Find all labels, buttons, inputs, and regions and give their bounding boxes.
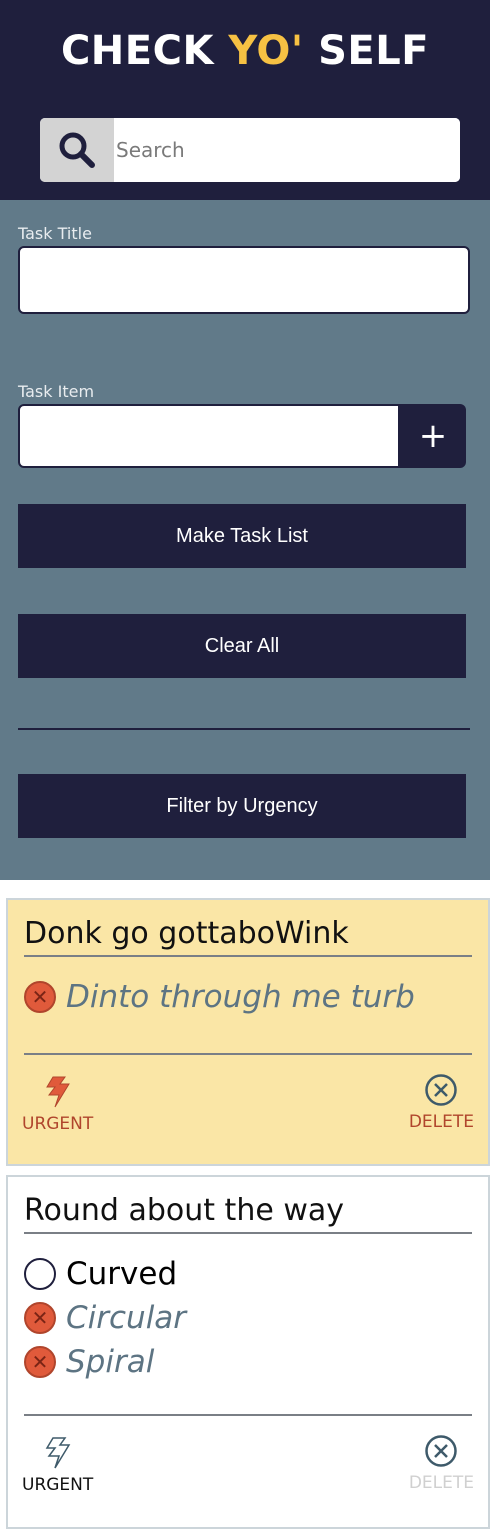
task-item[interactable]: ✕ Spiral bbox=[24, 1340, 472, 1384]
urgent-button[interactable]: URGENT bbox=[22, 1436, 93, 1495]
task-item-text: Spiral bbox=[66, 1344, 155, 1380]
task-item[interactable]: ✕ Dinto through me turb bbox=[24, 975, 472, 1019]
search-bar bbox=[40, 118, 460, 182]
checked-icon[interactable]: ✕ bbox=[24, 981, 56, 1013]
lightning-icon bbox=[45, 1076, 70, 1108]
make-task-list-button[interactable]: Make Task List bbox=[18, 504, 466, 568]
urgent-label: URGENT bbox=[22, 1475, 94, 1495]
search-icon[interactable] bbox=[40, 118, 114, 182]
task-item[interactable]: Curved bbox=[24, 1252, 472, 1296]
task-item-text: Dinto through me turb bbox=[66, 979, 415, 1015]
clear-all-button[interactable]: Clear All bbox=[18, 614, 466, 678]
add-item-button[interactable]: + bbox=[400, 404, 466, 468]
delete-label: DELETE bbox=[408, 1473, 474, 1493]
urgent-button[interactable]: URGENT bbox=[22, 1075, 93, 1134]
search-input[interactable] bbox=[114, 118, 460, 182]
card-title: Donk go gottaboWink bbox=[24, 916, 472, 957]
task-card: Round about the way Curved ✕ Circular ✕ Sp… bbox=[6, 1175, 490, 1529]
delete-circle-x-icon bbox=[425, 1074, 458, 1106]
task-item-text: Circular bbox=[66, 1300, 187, 1336]
title-part: CHECK bbox=[60, 28, 229, 74]
title-highlight: YO' bbox=[228, 28, 304, 74]
task-card: Donk go gottaboWink ✕ Dinto through me tu… bbox=[6, 898, 490, 1166]
unchecked-circle-icon[interactable] bbox=[24, 1258, 56, 1290]
divider bbox=[18, 728, 470, 730]
app-title: CHECK YO' SELF bbox=[0, 28, 490, 74]
task-item-input[interactable] bbox=[18, 404, 400, 468]
task-form: Task Title Task Item + Make Task List Cl… bbox=[0, 200, 490, 880]
task-item-row: + bbox=[18, 404, 466, 468]
delete-label: DELETE bbox=[408, 1112, 474, 1132]
delete-button[interactable]: DELETE bbox=[409, 1434, 474, 1493]
task-item-text: Curved bbox=[66, 1256, 178, 1292]
task-item-label: Task Item bbox=[18, 382, 95, 401]
title-part: SELF bbox=[303, 28, 430, 74]
task-item[interactable]: ✕ Circular bbox=[24, 1296, 472, 1340]
urgent-label: URGENT bbox=[22, 1114, 94, 1134]
checked-icon[interactable]: ✕ bbox=[24, 1346, 56, 1378]
filter-urgency-button[interactable]: Filter by Urgency bbox=[18, 774, 466, 838]
task-title-input[interactable] bbox=[18, 246, 470, 314]
delete-circle-x-icon bbox=[425, 1435, 458, 1467]
delete-button[interactable]: DELETE bbox=[409, 1073, 474, 1132]
lightning-icon bbox=[45, 1437, 70, 1469]
app-header: CHECK YO' SELF bbox=[0, 0, 490, 200]
checked-icon[interactable]: ✕ bbox=[24, 1302, 56, 1334]
task-title-label: Task Title bbox=[18, 224, 92, 243]
card-title: Round about the way bbox=[24, 1193, 472, 1234]
